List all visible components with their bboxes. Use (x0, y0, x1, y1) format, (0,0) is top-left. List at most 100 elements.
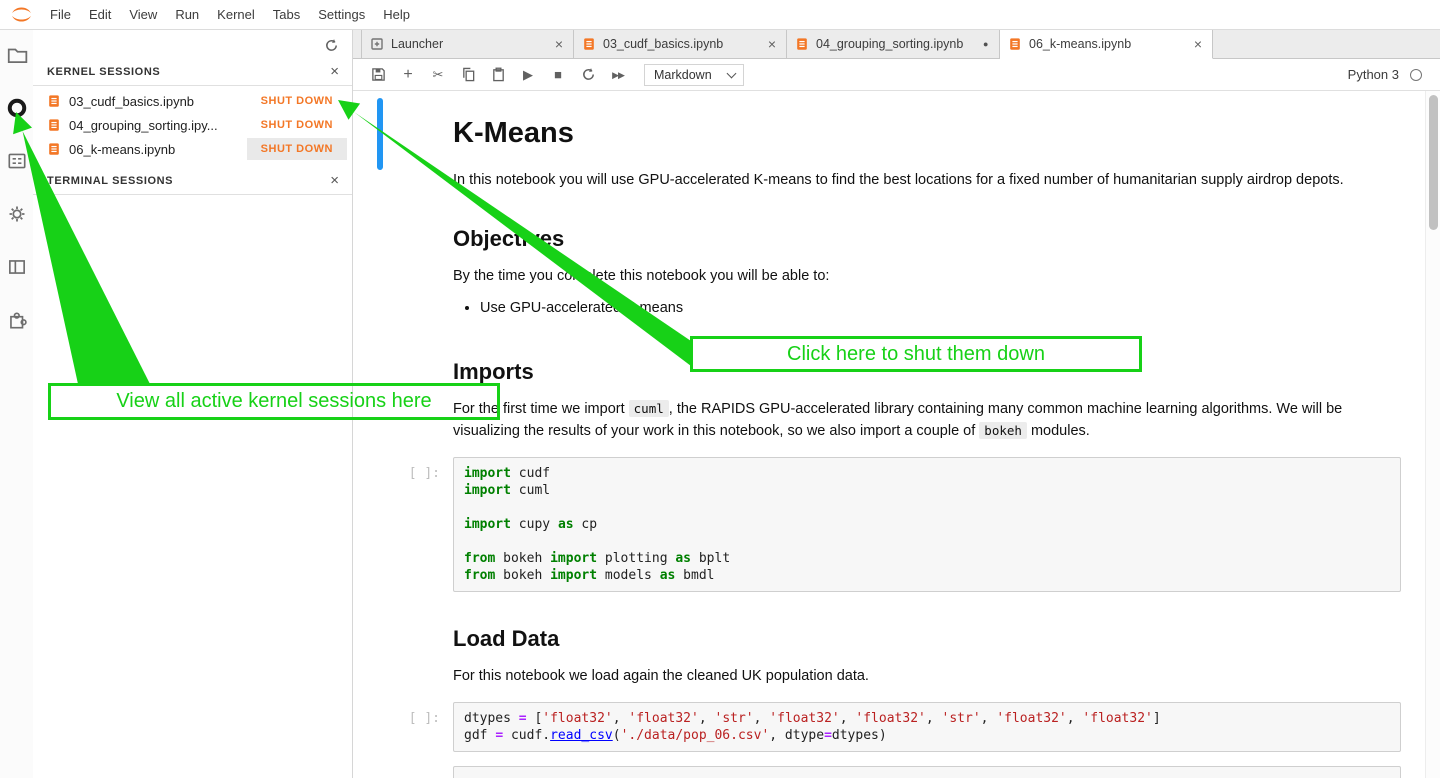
tab-launcher[interactable]: Launcher × (361, 30, 574, 58)
running-sessions-icon[interactable] (6, 97, 28, 119)
terminal-sessions-title: TERMINAL SESSIONS (47, 175, 173, 187)
close-icon[interactable]: × (330, 66, 339, 78)
cell-prompt (353, 200, 453, 326)
tab-06-k-means[interactable]: 06_k-means.ipynb × (1000, 30, 1213, 59)
scrollbar[interactable] (1425, 91, 1440, 778)
close-icon[interactable]: × (553, 36, 565, 52)
kernel-name[interactable]: Python 3 (1348, 67, 1399, 82)
menu-file[interactable]: File (41, 7, 80, 22)
code-editor[interactable]: import cudfimport cuml import cupy as cp… (453, 457, 1401, 592)
stop-kernel-button[interactable]: ■ (550, 67, 566, 83)
intro-paragraph: In this notebook you will use GPU-accele… (453, 170, 1401, 192)
code-editor[interactable] (453, 766, 1401, 778)
cut-cells-button[interactable]: ✂ (430, 67, 446, 83)
tab-label: 04_grouping_sorting.ipynb (816, 37, 983, 51)
refresh-icon[interactable] (324, 38, 339, 53)
code-cell-load-data[interactable]: [ ]: dtypes = ['float32', 'float32', 'st… (353, 698, 1425, 756)
left-sidebar-strip (0, 30, 33, 778)
markdown-cell-load-data[interactable]: Load Data For this notebook we load agai… (353, 596, 1425, 692)
notebook-icon (47, 118, 61, 132)
launcher-icon (370, 37, 384, 51)
menu-settings[interactable]: Settings (309, 7, 374, 22)
kernel-sessions-header: KERNEL SESSIONS × (33, 60, 352, 86)
menu-run[interactable]: Run (166, 7, 208, 22)
cell-prompt: [ ]: (353, 702, 453, 752)
menu-help[interactable]: Help (374, 7, 419, 22)
running-sessions-panel: KERNEL SESSIONS × 03_cudf_basics.ipynb S… (33, 30, 353, 778)
notebook-icon (1008, 37, 1022, 51)
paste-cells-button[interactable] (490, 67, 506, 83)
chevron-down-icon (726, 68, 736, 78)
sessions-panel-toolbar (33, 30, 352, 60)
objectives-bullet: Use GPU-accelerated K-means (480, 298, 1401, 320)
notebook-toolbar: + ✂ ▶ ■ ▶▶ Markdown Python 3 (353, 59, 1440, 91)
cell-prompt (353, 95, 453, 192)
extension-manager-icon[interactable] (6, 309, 28, 331)
imports-heading: Imports (453, 359, 1401, 385)
tab-label: 03_cudf_basics.ipynb (603, 37, 766, 51)
markdown-cell-objectives[interactable]: Objectives By the time you complete this… (353, 196, 1425, 330)
kernel-sessions-title: KERNEL SESSIONS (47, 66, 160, 78)
inline-code-bokeh: bokeh (979, 422, 1027, 439)
kernel-session-list: 03_cudf_basics.ipynb SHUT DOWN 04_groupi… (33, 86, 352, 169)
markdown-cell-imports[interactable]: Imports For the first time we import cum… (353, 329, 1425, 447)
kernel-session-row: 04_grouping_sorting.ipy... SHUT DOWN (33, 113, 352, 137)
menubar: File Edit View Run Kernel Tabs Settings … (0, 0, 1440, 30)
run-cell-button[interactable]: ▶ (520, 67, 536, 83)
notebook-icon (47, 94, 61, 108)
close-icon[interactable]: × (766, 36, 778, 52)
code-cell-partial[interactable] (353, 762, 1425, 778)
imports-paragraph: For the first time we import cuml, the R… (453, 399, 1401, 443)
unsaved-dot-icon[interactable]: ● (983, 40, 991, 48)
cell-prompt: [ ]: (353, 457, 453, 592)
shutdown-button[interactable]: SHUT DOWN (247, 114, 347, 136)
scrollbar-thumb[interactable] (1429, 95, 1438, 230)
main-area: Launcher × 03_cudf_basics.ipynb × 04_gro… (353, 30, 1440, 778)
objectives-paragraph: By the time you complete this notebook y… (453, 266, 1401, 288)
tab-label: 06_k-means.ipynb (1029, 37, 1192, 51)
cell-type-dropdown[interactable]: Markdown (644, 64, 744, 86)
add-cell-button[interactable]: + (400, 67, 416, 83)
tab-04-grouping-sorting[interactable]: 04_grouping_sorting.ipynb ● (787, 30, 1000, 58)
kernel-session-row: 06_k-means.ipynb SHUT DOWN (33, 137, 352, 161)
inline-code-cuml: cuml (629, 400, 669, 417)
jupyter-logo-icon (9, 2, 34, 27)
notebook-icon (582, 37, 596, 51)
menu-tabs[interactable]: Tabs (264, 7, 309, 22)
notebook-title: K-Means (453, 117, 1401, 150)
kernel-status-icon (1410, 69, 1422, 81)
close-icon[interactable]: × (1192, 36, 1204, 52)
terminal-sessions-header: TERMINAL SESSIONS × (33, 169, 352, 195)
menu-kernel[interactable]: Kernel (208, 7, 264, 22)
cell-prompt (353, 600, 453, 688)
load-data-paragraph: For this notebook we load again the clea… (453, 666, 1401, 688)
gear-icon[interactable] (6, 203, 28, 225)
code-cell-imports[interactable]: [ ]: import cudfimport cuml import cupy … (353, 453, 1425, 596)
command-palette-icon[interactable] (6, 150, 28, 172)
shutdown-button[interactable]: SHUT DOWN (247, 90, 347, 112)
notebook-icon (47, 142, 61, 156)
cell-prompt (353, 766, 453, 778)
tab-03-cudf-basics[interactable]: 03_cudf_basics.ipynb × (574, 30, 787, 58)
notebook-icon (795, 37, 809, 51)
copy-cells-button[interactable] (460, 67, 476, 83)
markdown-cell-title[interactable]: K-Means In this notebook you will use GP… (353, 91, 1425, 196)
session-name[interactable]: 06_k-means.ipynb (69, 142, 247, 157)
session-name[interactable]: 03_cudf_basics.ipynb (69, 94, 247, 109)
shutdown-button[interactable]: SHUT DOWN (247, 138, 347, 160)
session-name[interactable]: 04_grouping_sorting.ipy... (69, 118, 247, 133)
selected-cell-indicator (377, 98, 383, 170)
notebook-content: K-Means In this notebook you will use GP… (353, 91, 1425, 778)
restart-run-all-button[interactable]: ▶▶ (610, 67, 626, 83)
restart-kernel-button[interactable] (580, 67, 596, 83)
menu-view[interactable]: View (120, 7, 166, 22)
kernel-session-row: 03_cudf_basics.ipynb SHUT DOWN (33, 89, 352, 113)
menu-edit[interactable]: Edit (80, 7, 120, 22)
file-browser-icon[interactable] (6, 44, 28, 66)
close-icon[interactable]: × (330, 175, 339, 187)
code-editor[interactable]: dtypes = ['float32', 'float32', 'str', '… (453, 702, 1401, 752)
tab-label: Launcher (391, 37, 553, 51)
open-tabs-icon[interactable] (6, 256, 28, 278)
cell-type-value: Markdown (654, 68, 712, 82)
save-button[interactable] (370, 67, 386, 83)
